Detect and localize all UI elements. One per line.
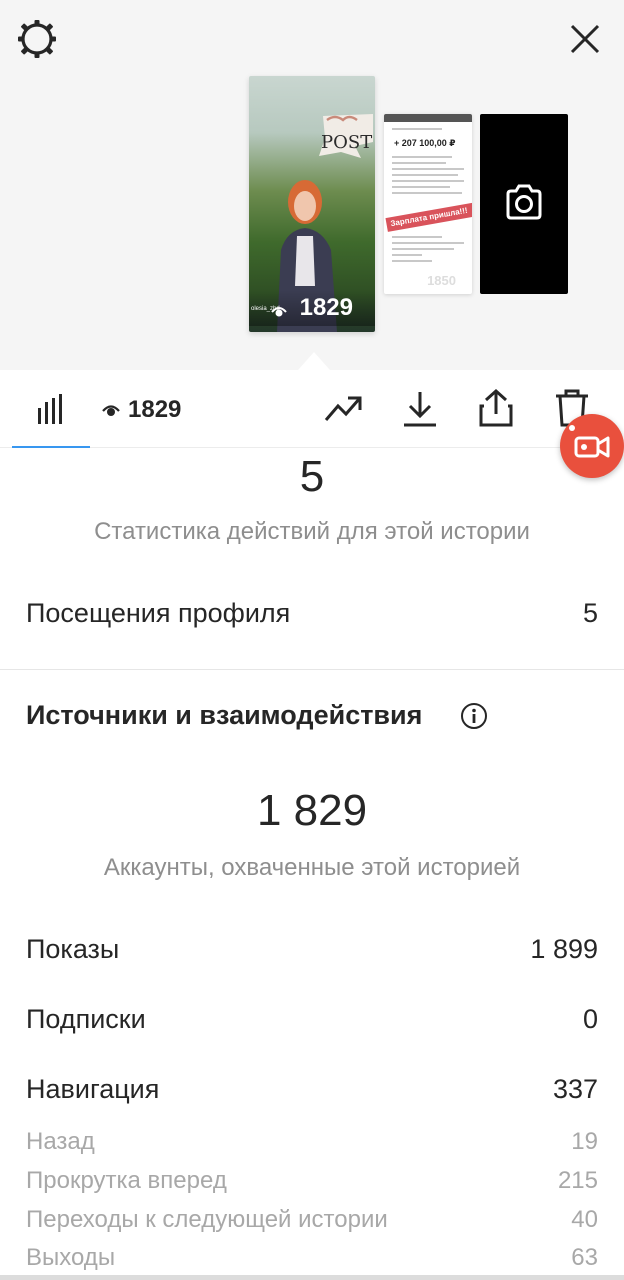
doc-text-lines (392, 156, 464, 198)
story-preview-area: POST olesia_zhd 1829 + 207 100,00 ₽ Зарп… (0, 0, 624, 370)
story-toolbar: 1829 (0, 370, 624, 448)
stat-row-impressions: Показы 1 899 (26, 934, 598, 965)
actions-subtitle: Статистика действий для этой истории (94, 518, 530, 545)
stat-row-back: Назад 19 (26, 1128, 598, 1156)
doc-text-lines (392, 236, 464, 266)
story-thumbnail-selected[interactable]: POST olesia_zhd 1829 (249, 76, 375, 332)
stat-label: Выходы (26, 1244, 116, 1271)
doc-text-lines (392, 128, 464, 134)
reach-subtitle: Аккаунты, охваченные этой историей (103, 854, 521, 881)
stat-label: Переходы к следующей истории (26, 1206, 388, 1233)
tab-viewers[interactable]: 1829 (102, 396, 181, 424)
stat-row-exits: Выходы 63 (26, 1244, 598, 1272)
stat-label: Навигация (26, 1074, 160, 1104)
close-icon[interactable] (566, 20, 604, 58)
stat-row-navigation: Навигация 337 (26, 1074, 598, 1105)
download-icon[interactable] (402, 390, 438, 428)
reach-total: 1 829 (256, 786, 368, 835)
stat-label: Посещения профиля (26, 598, 291, 628)
active-tab-indicator (12, 446, 90, 448)
viewers-count: 1829 (128, 396, 182, 423)
doc-view-count: 1850 (427, 273, 456, 288)
bottom-edge (0, 1275, 624, 1280)
gear-icon[interactable] (16, 18, 58, 60)
tab-insights[interactable] (12, 370, 90, 448)
stat-value: 5 (582, 598, 598, 628)
actions-total: 5 (299, 452, 325, 501)
story-view-count: 1829 (299, 294, 353, 321)
new-post-sticker: POST (319, 114, 373, 158)
stat-label: Назад (26, 1128, 95, 1155)
stat-value: 337 (552, 1074, 598, 1104)
add-story-thumbnail[interactable] (480, 114, 568, 294)
doc-header-bar (384, 114, 472, 122)
eye-icon (102, 405, 120, 416)
stat-row-profile-visits: Посещения профиля 5 (26, 598, 598, 629)
stat-value: 1 899 (530, 934, 598, 964)
stat-row-follows: Подписки 0 (26, 1004, 598, 1035)
stat-label: Подписки (26, 1004, 146, 1034)
stat-label: Показы (26, 934, 120, 964)
doc-amount: + 207 100,00 ₽ (394, 138, 456, 148)
stat-value: 0 (582, 1004, 598, 1034)
section-divider (0, 669, 624, 670)
eye-icon (271, 307, 287, 317)
stat-value: 63 (571, 1244, 598, 1271)
discovery-title: Источники и взаимодействия (26, 700, 423, 730)
info-icon[interactable] (460, 702, 488, 730)
stat-value: 215 (557, 1167, 598, 1194)
share-icon[interactable] (478, 388, 514, 428)
stat-value: 19 (571, 1128, 598, 1155)
stat-row-forward: Прокрутка вперед 215 (26, 1167, 598, 1195)
story-thumbnail-document[interactable]: + 207 100,00 ₽ Зарплата пришла!!! 1850 (384, 114, 472, 294)
svg-text:POST: POST (321, 132, 372, 153)
camera-icon (506, 184, 542, 220)
stat-value: 40 (571, 1206, 598, 1233)
trend-up-icon[interactable] (324, 390, 364, 426)
stat-row-next-story: Переходы к следующей истории 40 (26, 1206, 598, 1234)
doc-stamp: Зарплата пришла!!! (385, 202, 472, 232)
bar-chart-icon (38, 394, 62, 424)
stat-label: Прокрутка вперед (26, 1167, 227, 1194)
selected-pointer (298, 352, 330, 370)
